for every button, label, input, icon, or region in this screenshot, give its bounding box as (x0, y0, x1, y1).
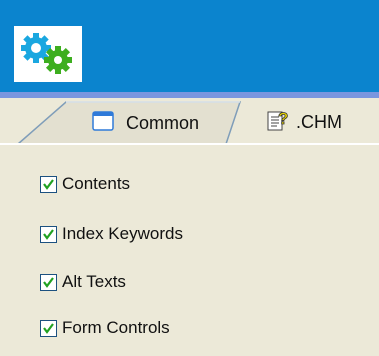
tab-common-label: Common (126, 113, 200, 133)
contents-checkbox[interactable] (40, 175, 57, 193)
header-banner (0, 0, 379, 92)
gears-icon (14, 26, 82, 82)
alt-texts-label: Alt Texts (62, 272, 126, 291)
option-form-controls[interactable]: Form Controls (40, 316, 170, 340)
tab-chm[interactable]: ? .CHM (252, 98, 379, 146)
index-keywords-checkbox[interactable] (40, 225, 57, 243)
option-index-keywords[interactable]: Index Keywords (40, 222, 183, 246)
alt-texts-checkbox[interactable] (40, 273, 57, 291)
index-keywords-label: Index Keywords (62, 224, 183, 243)
option-contents[interactable]: Contents (40, 172, 130, 196)
contents-label: Contents (62, 174, 131, 193)
tab-common[interactable]: Common (0, 98, 250, 146)
form-controls-checkbox[interactable] (40, 319, 57, 337)
svg-text:?: ? (278, 109, 288, 128)
tab-divider (0, 143, 379, 145)
tab-bar: Common ? .CHM (0, 98, 379, 146)
option-alt-texts[interactable]: Alt Texts (40, 270, 126, 294)
form-controls-label: Form Controls (62, 318, 170, 337)
options-panel: Contents Index Keywords Alt Texts Form C… (0, 148, 379, 356)
window-icon (92, 111, 114, 131)
tab-chm-label: .CHM (296, 112, 342, 132)
help-file-icon: ? (266, 108, 292, 132)
